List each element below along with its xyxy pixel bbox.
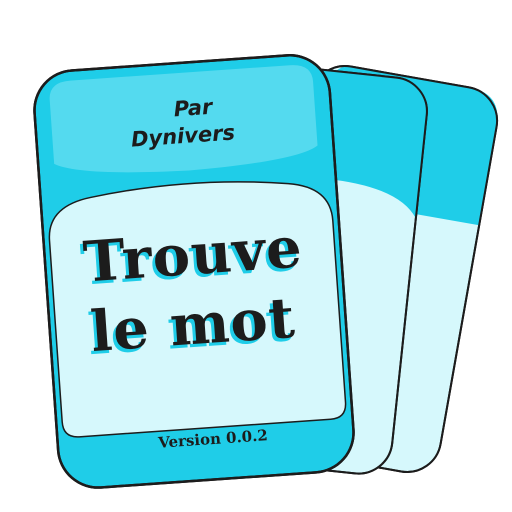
app-logo: Par Dynivers Trouve le mot Version 0.0.2	[0, 0, 512, 512]
